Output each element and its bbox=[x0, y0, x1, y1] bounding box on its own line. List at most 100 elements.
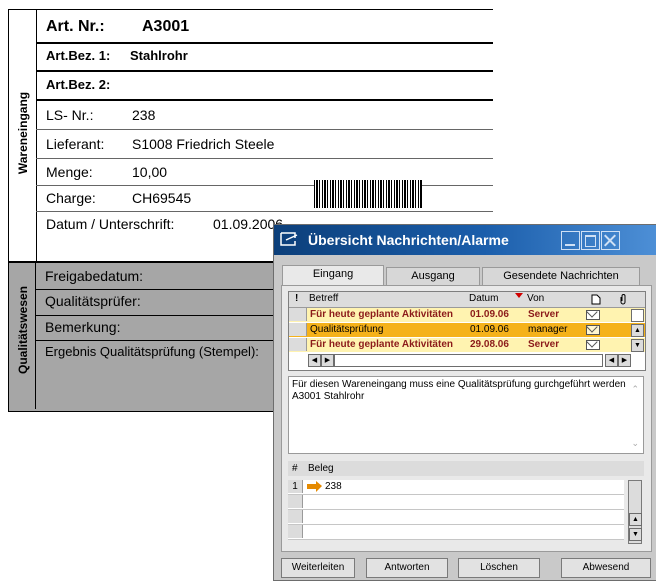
maximize-button[interactable] bbox=[581, 231, 600, 250]
divider bbox=[36, 10, 37, 262]
tab-label: Ausgang bbox=[411, 270, 455, 282]
tab-label: Gesendete Nachrichten bbox=[503, 270, 619, 282]
forward-button[interactable]: Weiterleiten bbox=[281, 558, 355, 578]
reply-button[interactable]: Antworten bbox=[366, 558, 448, 578]
lieferant-value: S1008 Friedrich Steele bbox=[132, 136, 275, 152]
scroll-left-icon[interactable]: ◀ bbox=[308, 354, 321, 367]
divider bbox=[36, 70, 493, 72]
pruefer-label: Qualitätsprüfer: bbox=[45, 293, 141, 309]
table-row[interactable]: 1 238 bbox=[288, 480, 624, 495]
scroll-track[interactable] bbox=[631, 309, 644, 322]
lieferant-row: Lieferant: S1008 Friedrich Steele bbox=[46, 136, 274, 152]
row-number bbox=[288, 525, 303, 538]
divider bbox=[36, 129, 493, 130]
attachment-icon[interactable] bbox=[619, 294, 627, 305]
message-subject: Qualitätsprüfung bbox=[310, 324, 384, 335]
barcode bbox=[314, 180, 422, 208]
divider bbox=[36, 158, 493, 159]
window-title: Übersicht Nachrichten/Alarme bbox=[308, 232, 509, 248]
row-number bbox=[288, 495, 303, 508]
inbox-panel: ! Betreff Datum Von Für heute geplante A… bbox=[281, 285, 652, 552]
ls-nr-label: LS- Nr.: bbox=[46, 107, 94, 123]
art-bez1-value: Stahlrohr bbox=[130, 48, 188, 63]
document-table: # Beleg 1 238 ▲ ▼ bbox=[288, 461, 644, 544]
art-nr-value: A3001 bbox=[142, 18, 190, 35]
messages-alerts-window: Übersicht Nachrichten/Alarme Eingang Aus… bbox=[273, 224, 656, 581]
row-selector[interactable] bbox=[289, 308, 307, 321]
menge-value: 10,00 bbox=[132, 164, 168, 180]
col-priority[interactable]: ! bbox=[295, 293, 298, 304]
datum-row: Datum / Unterschrift: 01.09.2006 bbox=[46, 216, 283, 232]
message-date: 01.09.06 bbox=[470, 324, 509, 335]
title-bar[interactable]: Übersicht Nachrichten/Alarme bbox=[274, 225, 656, 255]
col-date[interactable]: Datum bbox=[469, 293, 498, 304]
divider bbox=[35, 289, 309, 290]
message-body[interactable]: Für diesen Wareneingang muss eine Qualit… bbox=[288, 376, 644, 454]
charge-value: CH69545 bbox=[132, 190, 192, 206]
minimize-button[interactable] bbox=[561, 231, 580, 250]
envelope-closed-icon bbox=[586, 310, 600, 320]
col-beleg: Beleg bbox=[308, 463, 334, 474]
scroll-left-icon[interactable]: ◀ bbox=[605, 354, 618, 367]
divider bbox=[35, 340, 309, 341]
art-bez1-label: Art.Bez. 1: bbox=[46, 48, 111, 63]
tab-label: Eingang bbox=[312, 268, 354, 280]
message-row[interactable]: Für heute geplante Aktivitäten 29.08.06 … bbox=[289, 338, 645, 353]
divider bbox=[36, 185, 493, 186]
message-subject: Für heute geplante Aktivitäten bbox=[310, 339, 453, 350]
scroll-up-icon[interactable]: ⌃ bbox=[631, 383, 639, 395]
link-arrow-icon[interactable] bbox=[307, 481, 322, 492]
message-text-line: A3001 Stahlrohr bbox=[292, 391, 365, 402]
table-row[interactable] bbox=[288, 510, 624, 525]
freigabe-label: Freigabedatum: bbox=[45, 268, 144, 284]
bemerkung-label: Bemerkung: bbox=[45, 319, 121, 335]
art-bez2-label: Art.Bez. 2: bbox=[46, 77, 111, 92]
ls-nr-value: 238 bbox=[132, 107, 156, 123]
table-row[interactable] bbox=[288, 525, 624, 540]
row-number: 1 bbox=[288, 480, 303, 493]
row-selector[interactable] bbox=[289, 338, 307, 351]
message-from: Server bbox=[528, 339, 560, 350]
document-icon[interactable] bbox=[591, 294, 601, 305]
scroll-down-icon[interactable]: ⌄ bbox=[631, 437, 639, 449]
col-subject[interactable]: Betreff bbox=[309, 293, 338, 304]
message-subject: Für heute geplante Aktivitäten bbox=[310, 309, 453, 320]
divider bbox=[35, 315, 309, 316]
datum-label: Datum / Unterschrift: bbox=[46, 216, 175, 232]
row-selector[interactable] bbox=[289, 323, 307, 336]
scroll-up-icon[interactable]: ▲ bbox=[631, 324, 644, 337]
scroll-right-icon[interactable]: ▶ bbox=[618, 354, 631, 367]
divider bbox=[36, 42, 493, 44]
tab-eingang[interactable]: Eingang bbox=[282, 265, 384, 286]
section-label-qualitaetswesen: Qualitätswesen bbox=[16, 285, 30, 375]
message-date: 01.09.06 bbox=[470, 309, 509, 320]
scroll-down-icon[interactable]: ▼ bbox=[629, 528, 642, 541]
art-nr-row: Art. Nr.: A3001 bbox=[46, 18, 189, 36]
message-from: Server bbox=[528, 309, 560, 320]
message-date: 29.08.06 bbox=[470, 339, 509, 350]
close-button[interactable] bbox=[601, 231, 620, 250]
ergebnis-label: Ergebnis Qualitätsprüfung (Stempel): bbox=[45, 344, 259, 359]
col-number: # bbox=[292, 463, 298, 474]
table-row[interactable] bbox=[288, 495, 624, 510]
art-nr-label: Art. Nr.: bbox=[46, 18, 105, 35]
qualitaetswesen-section: Qualitätswesen Freigabedatum: Qualitätsp… bbox=[8, 261, 310, 412]
section-label-wareneingang: Wareneingang bbox=[16, 91, 30, 175]
tab-gesendete-nachrichten[interactable]: Gesendete Nachrichten bbox=[482, 267, 640, 285]
col-from[interactable]: Von bbox=[527, 293, 544, 304]
delete-button[interactable]: Löschen bbox=[458, 558, 540, 578]
absent-button[interactable]: Abwesend bbox=[561, 558, 651, 578]
tab-ausgang[interactable]: Ausgang bbox=[386, 267, 480, 285]
divider bbox=[36, 211, 493, 212]
scroll-down-icon[interactable]: ▼ bbox=[631, 339, 644, 352]
message-text-line: Für diesen Wareneingang muss eine Qualit… bbox=[292, 379, 626, 390]
divider bbox=[36, 99, 493, 101]
table-header: # Beleg bbox=[288, 461, 644, 476]
envelope-closed-icon bbox=[586, 340, 600, 350]
scroll-up-icon[interactable]: ▲ bbox=[629, 513, 642, 526]
sort-arrow-icon bbox=[515, 293, 523, 298]
horizontal-scrollbar[interactable] bbox=[334, 354, 603, 367]
envelope-open-icon bbox=[586, 325, 600, 335]
scroll-right-icon[interactable]: ▶ bbox=[321, 354, 334, 367]
divider bbox=[35, 263, 36, 409]
